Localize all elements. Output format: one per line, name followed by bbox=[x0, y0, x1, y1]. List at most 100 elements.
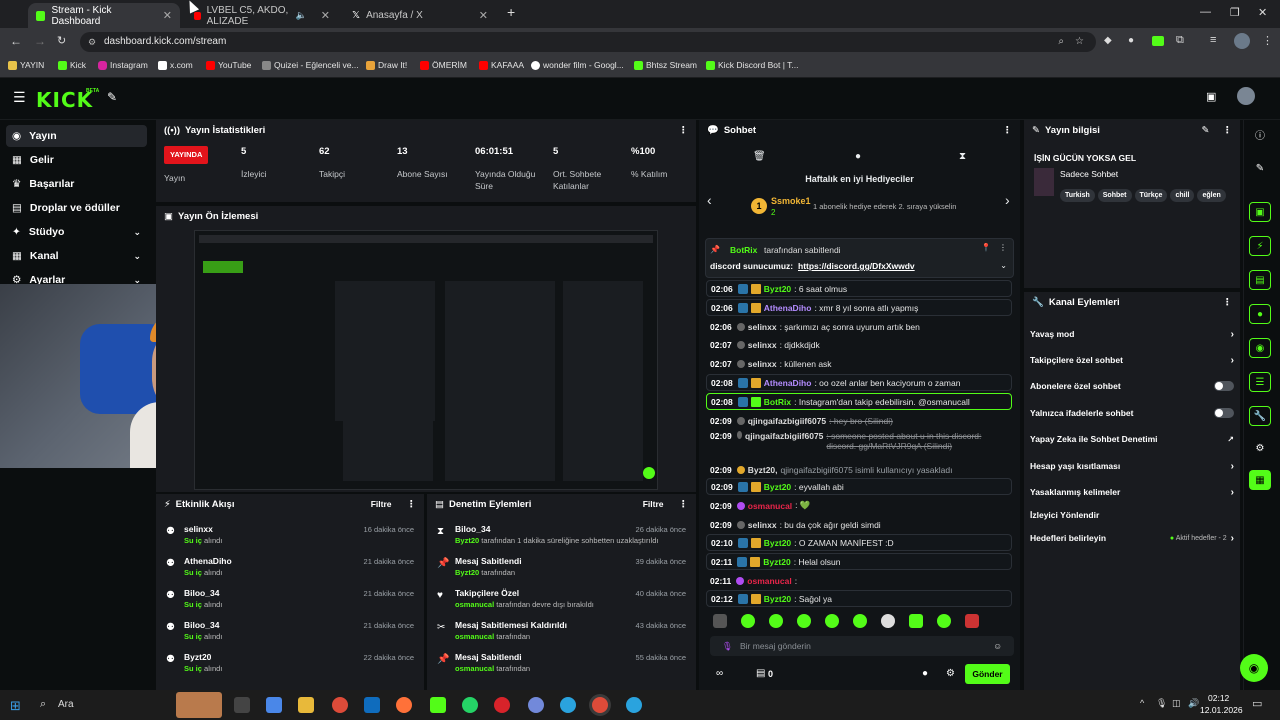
bookmark-item[interactable]: Quizei - Eğlenceli ve... bbox=[262, 60, 359, 70]
broadcast-icon[interactable]: ◉ bbox=[1249, 338, 1271, 358]
chevron-right-icon[interactable]: › bbox=[1005, 192, 1010, 208]
chat-username[interactable]: selinxx bbox=[748, 520, 777, 530]
action-slow-mode[interactable]: Yavaş mod › bbox=[1030, 326, 1234, 342]
emote[interactable] bbox=[713, 614, 727, 628]
task-view-icon[interactable] bbox=[234, 697, 250, 713]
forward-icon[interactable]: → bbox=[34, 34, 46, 48]
more-icon[interactable]: ⋮ bbox=[679, 499, 689, 510]
chat-input[interactable]: 🎙 Bir mesaj gönderin ☺ bbox=[710, 636, 1014, 656]
chat-message[interactable]: 02:09 selinxx: bu da çok ağır geldi simdi bbox=[706, 516, 1012, 533]
back-icon[interactable]: ← bbox=[10, 34, 22, 48]
document-icon[interactable]: ▤ bbox=[1249, 270, 1271, 290]
bookmark-item[interactable]: x.com bbox=[158, 60, 193, 70]
network-icon[interactable]: ◫ bbox=[1172, 698, 1181, 709]
kick-extension-icon[interactable] bbox=[1152, 36, 1164, 46]
more-icon[interactable]: ⋮ bbox=[1223, 297, 1233, 308]
tab-youtube[interactable]: LVBEL C5, AKDO, ALIZADE 🔈 ✕ bbox=[186, 3, 338, 28]
filter-button[interactable]: Filtre bbox=[643, 499, 664, 509]
chat-username[interactable]: qjingaifazbigiif6075 bbox=[748, 416, 826, 426]
chat-username[interactable]: selinxx bbox=[748, 340, 777, 350]
firefox-icon[interactable] bbox=[396, 697, 412, 713]
chat-username[interactable]: selinxx bbox=[748, 322, 777, 332]
chat-message[interactable]: 02:09 qjingaifazbigiif6075: hey bro (Sili… bbox=[706, 412, 1012, 429]
hourglass-icon[interactable]: ⧗ bbox=[959, 151, 966, 162]
sidebar-item-droplar[interactable]: ▤ Droplar ve ödüller bbox=[6, 197, 147, 219]
stream-preview-video[interactable] bbox=[194, 230, 658, 490]
chat-message[interactable]: 02:11 osmanucal: bbox=[706, 572, 1012, 589]
chat-username[interactable]: selinxx bbox=[748, 359, 777, 369]
sidebar-item-kanal[interactable]: ▦ Kanal ⌄ bbox=[6, 245, 147, 267]
chrome-icon[interactable] bbox=[332, 697, 348, 713]
info-icon[interactable]: ⓘ bbox=[1249, 124, 1271, 144]
emote-only-toggle[interactable] bbox=[1214, 408, 1234, 418]
chat-message[interactable]: 02:06 AthenaDiho: xmr 8 yıl sonra atlı ya… bbox=[706, 299, 1012, 316]
bookmark-item[interactable]: KAFAAA bbox=[479, 60, 524, 70]
action-goals[interactable]: Hedefleri belirleyin ● Aktif hedefler - 2… bbox=[1030, 530, 1234, 546]
wrench-icon[interactable]: 🔧 bbox=[1249, 406, 1271, 426]
chat-bubble-icon[interactable]: ● bbox=[855, 151, 861, 162]
unpin-icon[interactable]: 📍 bbox=[981, 243, 991, 252]
whatsapp-icon[interactable] bbox=[462, 697, 478, 713]
sidebar-item-basarilar[interactable]: ♛ Başarılar bbox=[6, 173, 147, 195]
pinned-by-user[interactable]: BotRix bbox=[730, 245, 757, 255]
zoom-icon[interactable]: ⌕ bbox=[1058, 32, 1064, 52]
copilot-icon[interactable] bbox=[266, 697, 282, 713]
action-ai-moderation[interactable]: Yapay Zeka ile Sohbet Denetimi ↗ bbox=[1030, 431, 1234, 447]
bookmark-item[interactable]: ÖMERİM bbox=[420, 60, 467, 70]
chat-message[interactable]: 02:09 qjingaifazbigiif6075: someone poste… bbox=[706, 431, 1012, 459]
more-icon[interactable]: ⋮ bbox=[407, 499, 417, 510]
settings-icon[interactable]: ⚙ bbox=[946, 668, 955, 679]
subscribers-only-toggle[interactable] bbox=[1214, 381, 1234, 391]
kick-app-icon[interactable] bbox=[430, 697, 446, 713]
hamburger-menu-icon[interactable]: ☰ bbox=[13, 89, 26, 106]
user-avatar[interactable] bbox=[1237, 87, 1255, 105]
more-icon[interactable]: ⋮ bbox=[1223, 125, 1233, 136]
bookmark-item[interactable]: Instagram bbox=[98, 60, 148, 70]
volume-icon[interactable]: 🔊 bbox=[1188, 698, 1199, 709]
list-icon[interactable]: ☰ bbox=[1249, 372, 1271, 392]
emote[interactable] bbox=[965, 614, 979, 628]
chat-username[interactable]: Byzt20 bbox=[763, 557, 790, 567]
outlook-icon[interactable] bbox=[364, 697, 380, 713]
filter-button[interactable]: Filtre bbox=[371, 499, 392, 509]
emote[interactable] bbox=[909, 614, 923, 628]
chat-message[interactable]: 02:08 BotRix: Instagram'dan takip edebili… bbox=[706, 393, 1012, 410]
chat-message[interactable]: 02:09 Byzt20, qjingaifazbigiif6075 isimli … bbox=[706, 461, 1012, 478]
pinned-message[interactable]: 📌 BotRix tarafından sabitlendi discord s… bbox=[705, 238, 1014, 278]
bookmark-item[interactable]: YAYIN bbox=[8, 60, 44, 70]
emote[interactable] bbox=[741, 614, 755, 628]
chat-message[interactable]: 02:06 Byzt20: 6 saat olmus bbox=[706, 280, 1012, 297]
profile-avatar[interactable] bbox=[1234, 33, 1250, 49]
chevron-left-icon[interactable]: ‹ bbox=[707, 192, 712, 208]
chat-username[interactable]: AthenaDiho bbox=[764, 303, 812, 313]
tab-x[interactable]: 𝕏 Anasayfa / X ✕ bbox=[344, 3, 496, 28]
extensions-puzzle-icon[interactable]: ⧉ bbox=[1176, 34, 1184, 47]
windows-start-icon[interactable]: ⊞ bbox=[10, 698, 21, 714]
close-icon[interactable]: ✕ bbox=[321, 9, 330, 22]
chat-message[interactable]: 02:06 selinxx: şarkımızı aç sonra uyurum … bbox=[706, 318, 1012, 335]
speaker-icon[interactable]: 🔈 bbox=[296, 10, 307, 21]
emote[interactable] bbox=[853, 614, 867, 628]
emote[interactable] bbox=[881, 614, 895, 628]
more-icon[interactable]: ⋮ bbox=[1003, 125, 1013, 136]
chat-bubble-icon[interactable]: ● bbox=[922, 668, 928, 679]
send-button[interactable]: Gönder bbox=[965, 664, 1010, 684]
emoji-icon[interactable]: ☺ bbox=[993, 636, 1002, 656]
bookmark-item[interactable]: Kick bbox=[58, 60, 86, 70]
camera-icon[interactable]: ▣ bbox=[1206, 90, 1216, 103]
action-redirect-viewers[interactable]: İzleyici Yönlendir bbox=[1030, 507, 1234, 523]
chrome-active-icon[interactable] bbox=[592, 697, 608, 713]
window-close-button[interactable]: ✕ bbox=[1258, 6, 1267, 19]
tab-kick-dashboard[interactable]: Stream - Kick Dashboard ✕ bbox=[28, 3, 180, 28]
opera-icon[interactable] bbox=[494, 697, 510, 713]
extension-icon[interactable]: ◆ bbox=[1104, 35, 1112, 46]
chat-message[interactable]: 02:11 Byzt20: Helal olsun bbox=[706, 553, 1012, 570]
chat-message[interactable]: 02:12 Byzt20: Sağol ya bbox=[706, 590, 1012, 607]
file-explorer-icon[interactable] bbox=[298, 697, 314, 713]
chat-username[interactable]: Byzt20 bbox=[764, 284, 791, 294]
new-tab-button[interactable]: + bbox=[507, 4, 515, 20]
chat-username[interactable]: osmanucal bbox=[748, 501, 792, 511]
gifter-name[interactable]: Ssmoke1 bbox=[771, 196, 811, 206]
edit-icon[interactable]: ✎ bbox=[1202, 125, 1210, 136]
action-account-age[interactable]: Hesap yaşı kısıtlaması › bbox=[1030, 458, 1234, 474]
